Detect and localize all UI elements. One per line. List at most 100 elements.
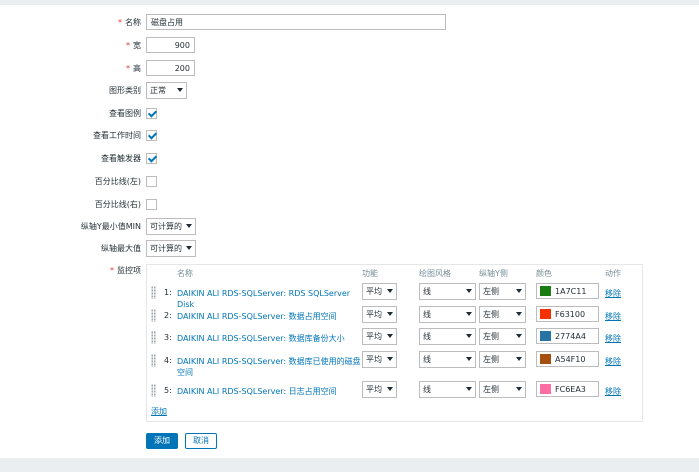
chevron-down-icon [516,312,522,316]
item-index: 3: [164,333,172,342]
chevron-down-icon [177,88,183,92]
item-row: 4: DAIKIN ALI RDS-SQLServer: 数据库已使用的磁盘空间… [147,351,642,377]
item-name-link[interactable]: DAIKIN ALI RDS-SQLServer: 日志占用空间 [177,386,362,397]
show-work-period-checkbox[interactable] [146,130,157,141]
remove-link[interactable]: 移除 [605,311,621,322]
chevron-down-icon [466,289,472,293]
show-work-period-row: 查看工作时间 [0,127,699,145]
item-draw-style-select[interactable]: 线 [419,328,476,345]
color-swatch[interactable] [540,309,551,319]
remove-link[interactable]: 移除 [605,386,621,397]
required-mark: * [126,64,130,73]
item-y-axis-select[interactable]: 左侧 [479,328,526,345]
name-row: * 名称 [0,14,699,32]
item-function-select[interactable]: 平均 [362,283,397,300]
show-triggers-label: 查看触发器 [101,154,141,163]
graph-type-row: 图形类别 正常 [0,82,699,100]
item-color-input[interactable]: 1A7C11 [536,283,599,299]
graph-form-panel: *名称 *宽 *高 图形类别 正常 查看图例 查看工作时间 查看触发器 百分比线… [0,0,699,458]
item-function-select[interactable]: 平均 [362,351,397,368]
item-name-link[interactable]: DAIKIN ALI RDS-SQLServer: 数据库备份大小 [177,333,362,344]
chevron-down-icon [387,387,393,391]
item-y-axis-select[interactable]: 左侧 [479,283,526,300]
percentile-right-label: 百分比线(右) [94,200,141,209]
percentile-right-checkbox[interactable] [146,199,157,210]
show-legend-checkbox[interactable] [146,108,157,119]
top-divider [0,0,699,5]
header-name: 名称 [177,269,193,278]
chevron-down-icon [387,289,393,293]
color-swatch[interactable] [540,286,551,296]
item-draw-style-select[interactable]: 线 [419,351,476,368]
show-work-period-label: 查看工作时间 [93,131,141,140]
header-draw-style: 绘图风格 [419,269,451,278]
drag-handle-icon[interactable] [151,354,156,367]
chevron-down-icon [466,387,472,391]
item-color-input[interactable]: 2774A4 [536,328,599,344]
add-button[interactable]: 添加 [146,433,178,449]
header-action: 动作 [605,269,621,278]
color-swatch[interactable] [540,354,551,364]
item-function-select[interactable]: 平均 [362,381,397,398]
chevron-down-icon [186,246,192,250]
remove-link[interactable]: 移除 [605,288,621,299]
percentile-left-checkbox[interactable] [146,176,157,187]
item-name-link[interactable]: DAIKIN ALI RDS-SQLServer: 数据占用空间 [177,311,362,322]
items-table: 名称 功能 绘图风格 纵轴Y侧 颜色 动作 1: DAIKIN ALI RDS-… [146,264,643,422]
item-function-select[interactable]: 平均 [362,306,397,323]
item-draw-style-select[interactable]: 线 [419,306,476,323]
height-row: * 高 [0,60,699,78]
width-row: * 宽 [0,37,699,55]
chevron-down-icon [466,312,472,316]
item-index: 4: [164,356,172,365]
percentile-left-label: 百分比线(左) [94,177,141,186]
graph-type-label: 图形类别 [109,86,141,95]
item-y-axis-select[interactable]: 左侧 [479,306,526,323]
item-row: 2: DAIKIN ALI RDS-SQLServer: 数据占用空间 平均 线… [147,306,642,328]
item-color-input[interactable]: FC6EA3 [536,381,599,397]
item-color-input[interactable]: A54F10 [536,351,599,367]
item-index: 2: [164,311,172,320]
chevron-down-icon [186,224,192,228]
name-input[interactable] [146,14,446,30]
color-swatch[interactable] [540,331,551,341]
remove-link[interactable]: 移除 [605,333,621,344]
required-mark: * [126,41,130,50]
height-input[interactable] [146,60,195,76]
drag-handle-icon[interactable] [151,331,156,344]
item-y-axis-select[interactable]: 左侧 [479,351,526,368]
add-item-link[interactable]: 添加 [151,406,167,417]
graph-type-select[interactable]: 正常 [146,82,187,99]
chevron-down-icon [516,357,522,361]
color-swatch[interactable] [540,384,551,394]
y-max-row: 纵轴最大值 可计算的 [0,240,699,258]
item-y-axis-select[interactable]: 左侧 [479,381,526,398]
drag-handle-icon[interactable] [151,384,156,397]
header-function: 功能 [362,269,378,278]
width-input[interactable] [146,37,195,53]
item-row: 3: DAIKIN ALI RDS-SQLServer: 数据库备份大小 平均 … [147,328,642,350]
item-draw-style-select[interactable]: 线 [419,283,476,300]
show-triggers-checkbox[interactable] [146,153,157,164]
y-min-select[interactable]: 可计算的 [146,218,196,235]
cancel-button[interactable]: 取消 [185,433,217,449]
y-max-label: 纵轴最大值 [101,244,141,253]
item-function-select[interactable]: 平均 [362,328,397,345]
y-min-row: 纵轴Y最小值MIN 可计算的 [0,218,699,236]
show-legend-label: 查看图例 [109,109,141,118]
chevron-down-icon [516,334,522,338]
item-color-input[interactable]: F63100 [536,306,599,322]
show-legend-row: 查看图例 [0,105,699,123]
item-name-link[interactable]: DAIKIN ALI RDS-SQLServer: 数据库已使用的磁盘空间 [177,356,362,378]
drag-handle-icon[interactable] [151,309,156,322]
header-color: 颜色 [536,269,552,278]
item-index: 1: [164,288,172,297]
remove-link[interactable]: 移除 [605,356,621,367]
chevron-down-icon [516,387,522,391]
y-max-select[interactable]: 可计算的 [146,240,196,257]
chevron-down-icon [466,334,472,338]
y-min-label: 纵轴Y最小值MIN [80,222,141,231]
item-index: 5: [164,386,172,395]
drag-handle-icon[interactable] [151,286,156,299]
item-draw-style-select[interactable]: 线 [419,381,476,398]
